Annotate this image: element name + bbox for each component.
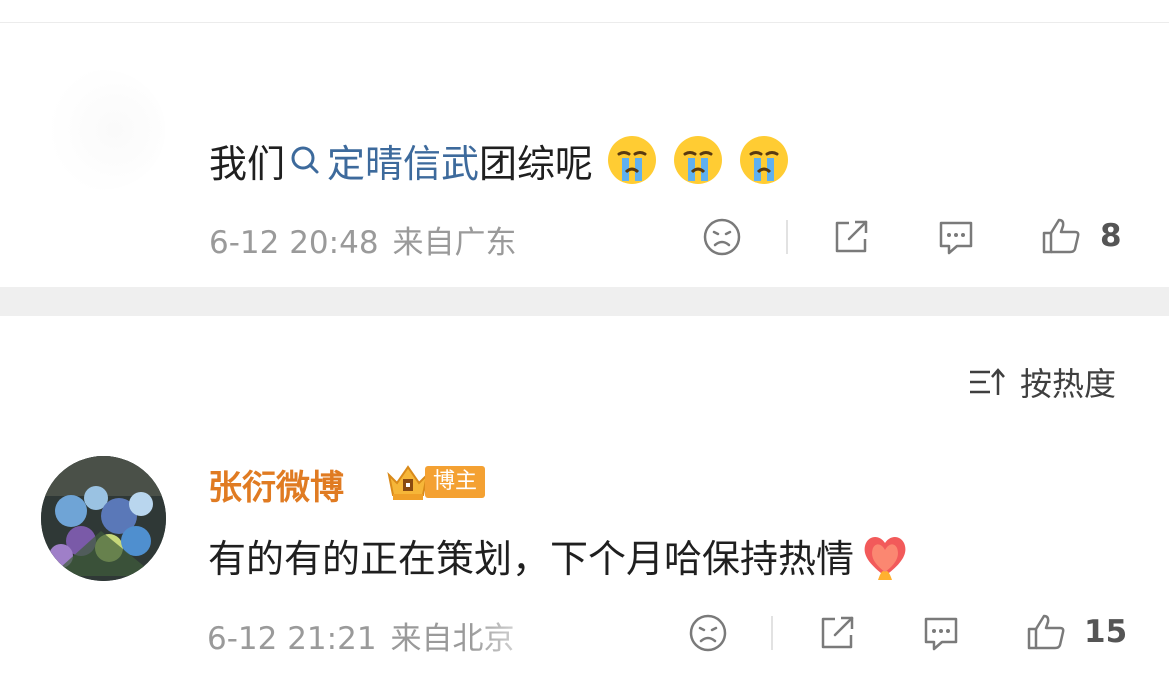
comment-text: 有的有的正在策划，下个月哈保持热情	[208, 528, 912, 582]
sad-face-icon	[703, 218, 741, 256]
comment-icon	[939, 221, 973, 255]
sort-icon	[970, 368, 1005, 395]
sad-face-icon	[689, 614, 727, 652]
comment-text: 我们 定晴信武 团综呢	[209, 132, 791, 188]
comment-button[interactable]	[919, 611, 963, 655]
badge-label: 博主	[425, 466, 486, 498]
avatar[interactable]	[41, 456, 166, 581]
share-button[interactable]	[815, 611, 859, 655]
share-button[interactable]	[829, 215, 873, 259]
username[interactable]: 张衍微博	[208, 460, 344, 509]
sort-by-hot-button[interactable]: 按热度	[968, 362, 1117, 403]
comment-icon	[924, 617, 958, 651]
thumbs-up-icon	[1042, 218, 1080, 254]
blogger-badge: 博主	[385, 461, 486, 503]
crying-emoji	[674, 136, 723, 184]
comment-meta: 6-12 20:48 来自广东	[209, 217, 531, 262]
search-icon	[291, 146, 319, 174]
fire-heart-emoji	[864, 537, 906, 580]
topic-label: 定晴信武	[327, 141, 480, 186]
comment-button[interactable]	[934, 215, 978, 259]
dislike-button[interactable]	[700, 215, 744, 259]
comment-text-prefix: 我们	[209, 141, 286, 186]
comment-text-suffix: 团综呢	[479, 141, 594, 186]
comment-date: 6-12 21:21	[207, 621, 377, 657]
action-divider	[771, 616, 773, 650]
dislike-button[interactable]	[686, 611, 730, 655]
comment-body: 有的有的正在策划，下个月哈保持热情	[208, 536, 855, 581]
share-icon	[835, 220, 868, 253]
comment-date: 6-12 20:48	[209, 225, 379, 261]
comment-location: 来自广东	[392, 225, 517, 261]
crying-emoji	[608, 136, 657, 184]
sort-label: 按热度	[1020, 365, 1117, 403]
avatar-image	[41, 456, 166, 581]
top-divider	[0, 22, 1169, 23]
topic-link[interactable]: 定晴信武	[285, 133, 479, 188]
action-divider	[786, 220, 788, 254]
like-button[interactable]	[1024, 609, 1068, 655]
crying-emoji	[740, 136, 789, 184]
like-button[interactable]	[1039, 213, 1083, 259]
share-icon	[821, 616, 854, 649]
section-divider	[0, 287, 1169, 316]
avatar-placeholder	[40, 70, 165, 190]
thumbs-up-icon	[1027, 614, 1065, 650]
like-count: 15	[1084, 614, 1128, 650]
like-count: 8	[1100, 218, 1122, 254]
watermark-overlay	[470, 618, 700, 668]
